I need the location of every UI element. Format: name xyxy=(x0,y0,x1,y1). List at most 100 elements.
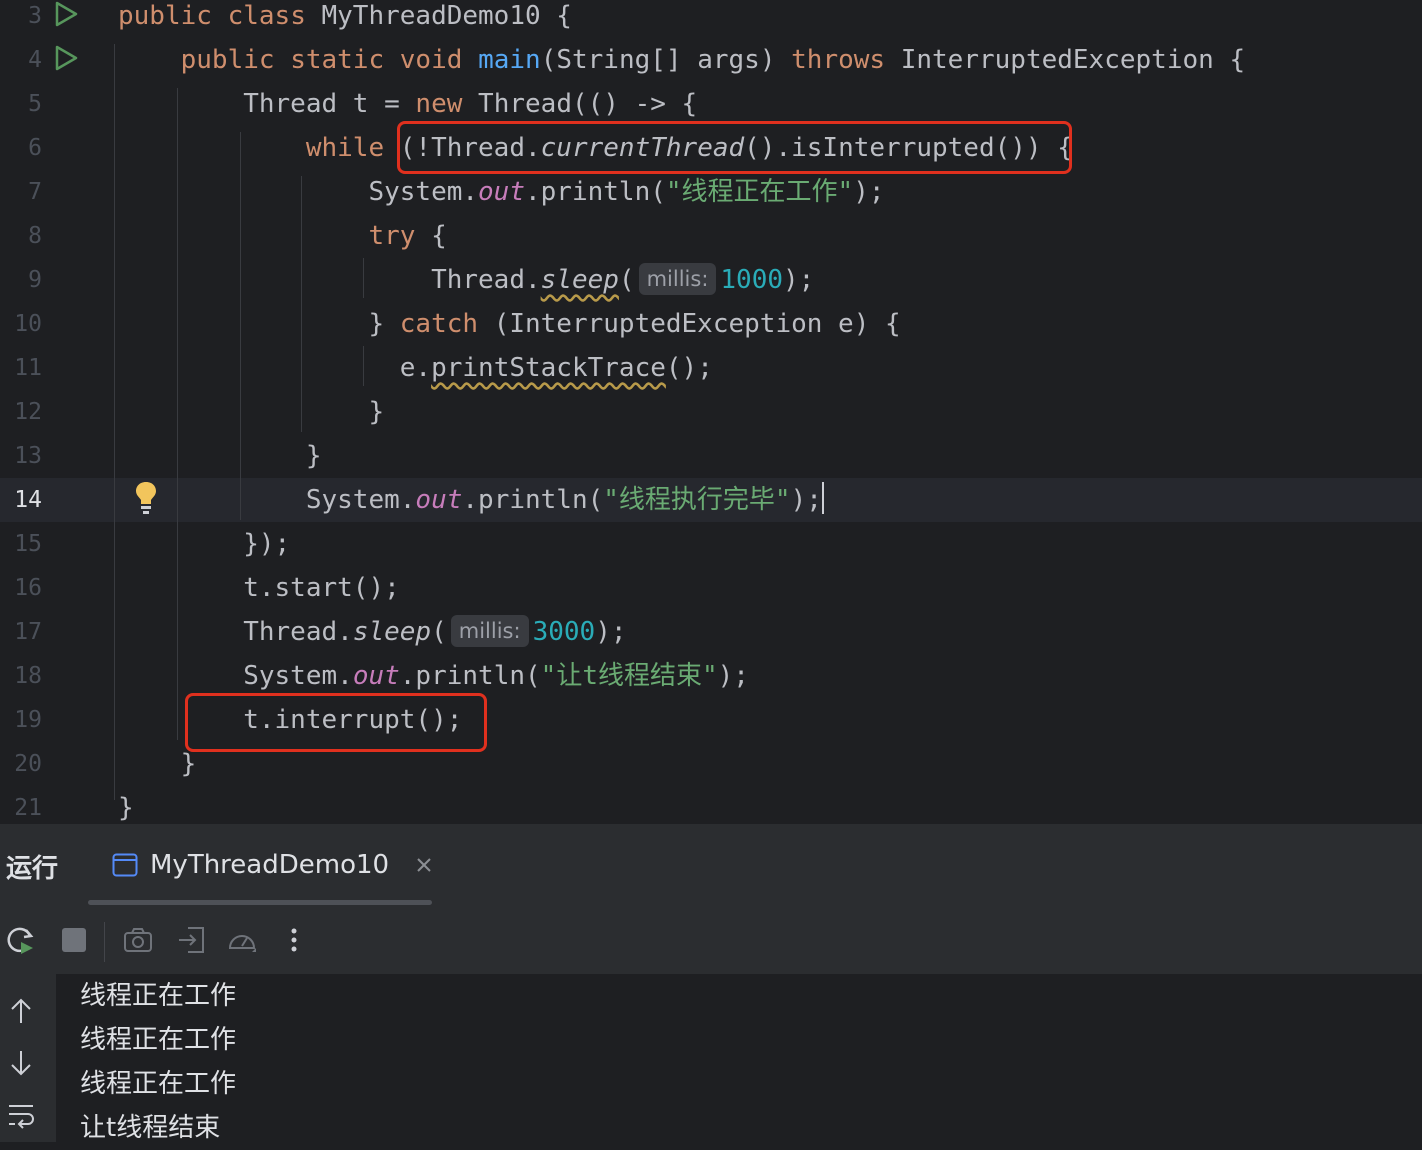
code-token: sleep xyxy=(540,265,619,295)
stop-icon[interactable] xyxy=(58,924,90,956)
code-text: }); xyxy=(118,522,290,566)
close-icon[interactable] xyxy=(413,854,435,876)
code-text: try { xyxy=(118,214,446,258)
line-number[interactable]: 6 xyxy=(0,126,42,170)
code-line[interactable]: 9 Thread.sleep(millis: 1000); xyxy=(0,258,1422,302)
code-line[interactable]: 12 } xyxy=(0,390,1422,434)
line-number[interactable]: 18 xyxy=(0,654,42,698)
code-line[interactable]: 16 t.start(); xyxy=(0,566,1422,610)
code-token: .println( xyxy=(399,661,541,691)
indent-guide xyxy=(363,346,364,386)
indent-guide xyxy=(301,176,302,432)
line-number[interactable]: 4 xyxy=(0,38,42,82)
line-number[interactable]: 20 xyxy=(0,742,42,786)
code-token: public xyxy=(180,45,291,75)
line-number[interactable]: 5 xyxy=(0,82,42,126)
code-text: public class MyThreadDemo10 { xyxy=(118,0,572,38)
line-number[interactable]: 3 xyxy=(0,0,42,38)
line-number[interactable]: 7 xyxy=(0,170,42,214)
camera-icon[interactable] xyxy=(122,924,154,956)
line-number[interactable]: 9 xyxy=(0,258,42,302)
code-token: out xyxy=(352,661,400,691)
code-line[interactable]: 3 public class MyThreadDemo10 { xyxy=(0,0,1422,38)
line-number[interactable]: 14 xyxy=(0,478,42,522)
code-line[interactable]: 17 Thread.sleep(millis: 3000); xyxy=(0,610,1422,654)
line-number[interactable]: 8 xyxy=(0,214,42,258)
code-line[interactable]: 5 Thread t = new Thread(() -> { xyxy=(0,82,1422,126)
code-token: throws xyxy=(791,45,901,75)
code-token: try xyxy=(368,221,432,251)
code-line[interactable]: 14 System.out.println("线程执行完毕"); xyxy=(0,478,1422,522)
code-token: while xyxy=(305,133,400,163)
code-token: (String[] args) xyxy=(540,45,792,75)
code-token: } xyxy=(118,397,385,427)
line-number[interactable]: 10 xyxy=(0,302,42,346)
code-line[interactable]: 10 } catch (InterruptedException e) { xyxy=(0,302,1422,346)
line-number[interactable]: 11 xyxy=(0,346,42,390)
indent-guide xyxy=(363,258,364,298)
code-token: t.start(); xyxy=(118,573,400,603)
code-token: ); xyxy=(595,617,627,647)
indent-guide xyxy=(177,88,178,740)
code-token: } xyxy=(118,749,197,779)
code-token: System. xyxy=(118,661,353,691)
more-options-icon[interactable] xyxy=(278,924,310,956)
run-tab[interactable]: MyThreadDemo10 xyxy=(112,844,435,886)
login-icon[interactable] xyxy=(176,924,208,956)
code-line[interactable]: 18 System.out.println("让t线程结束"); xyxy=(0,654,1422,698)
code-text: Thread.sleep(millis: 1000); xyxy=(118,258,814,302)
line-number[interactable]: 15 xyxy=(0,522,42,566)
code-token: }); xyxy=(118,529,291,559)
code-text: } xyxy=(118,434,322,478)
code-token: (); xyxy=(665,353,713,383)
console-line: 线程正在工作 xyxy=(80,1025,237,1055)
line-number[interactable]: 17 xyxy=(0,610,42,654)
parameter-hint: millis: xyxy=(450,615,529,647)
code-token: e. xyxy=(118,353,432,383)
code-text: } xyxy=(118,742,197,786)
lightbulb-icon[interactable] xyxy=(134,480,158,516)
run-class-icon[interactable] xyxy=(52,0,80,28)
code-token: (InterruptedException e) { xyxy=(493,309,901,339)
highlight-interrupt-call xyxy=(185,693,487,752)
arrow-down-icon[interactable] xyxy=(6,1048,36,1078)
rerun-icon[interactable] xyxy=(4,924,36,956)
code-token: .println( xyxy=(525,177,666,207)
run-main-icon[interactable] xyxy=(52,44,80,72)
code-token: Thread. xyxy=(118,617,353,647)
code-token: Thread t = xyxy=(118,89,416,119)
line-number[interactable]: 21 xyxy=(0,786,42,824)
code-line[interactable]: 13 } xyxy=(0,434,1422,478)
code-token: } xyxy=(118,309,400,339)
line-number[interactable]: 12 xyxy=(0,390,42,434)
console-output[interactable]: 线程正在工作 线程正在工作 线程正在工作 让t线程结束 xyxy=(0,974,1422,1143)
run-tab-label: MyThreadDemo10 xyxy=(150,850,390,880)
code-editor[interactable]: 3 public class MyThreadDemo10 {4 public s… xyxy=(0,0,1422,824)
code-line[interactable]: 15 }); xyxy=(0,522,1422,566)
line-number[interactable]: 19 xyxy=(0,698,42,742)
code-token: static xyxy=(290,45,400,75)
line-number[interactable]: 13 xyxy=(0,434,42,478)
arrow-up-icon[interactable] xyxy=(6,996,36,1026)
code-token: } xyxy=(118,441,322,471)
code-text: Thread t = new Thread(() -> { xyxy=(118,82,697,126)
indent-guide xyxy=(114,44,115,800)
code-text: System.out.println("线程执行完毕"); xyxy=(118,478,824,522)
code-token: void xyxy=(399,45,479,75)
profiler-icon[interactable] xyxy=(226,924,258,956)
code-line[interactable]: 4 public static void main(String[] args)… xyxy=(0,38,1422,82)
soft-wrap-icon[interactable] xyxy=(6,1100,36,1130)
code-line[interactable]: 21} xyxy=(0,786,1422,824)
code-line[interactable]: 8 try { xyxy=(0,214,1422,258)
highlight-while-condition xyxy=(397,121,1072,174)
code-line[interactable]: 11 e.printStackTrace(); xyxy=(0,346,1422,390)
code-token: catch xyxy=(399,309,494,339)
code-text: System.out.println("让t线程结束"); xyxy=(118,654,749,698)
code-line[interactable]: 7 System.out.println("线程正在工作"); xyxy=(0,170,1422,214)
line-number[interactable]: 16 xyxy=(0,566,42,610)
console-line: 让t线程结束 xyxy=(80,1113,221,1143)
run-tool-window-header: 运行 MyThreadDemo10 xyxy=(0,824,1422,907)
